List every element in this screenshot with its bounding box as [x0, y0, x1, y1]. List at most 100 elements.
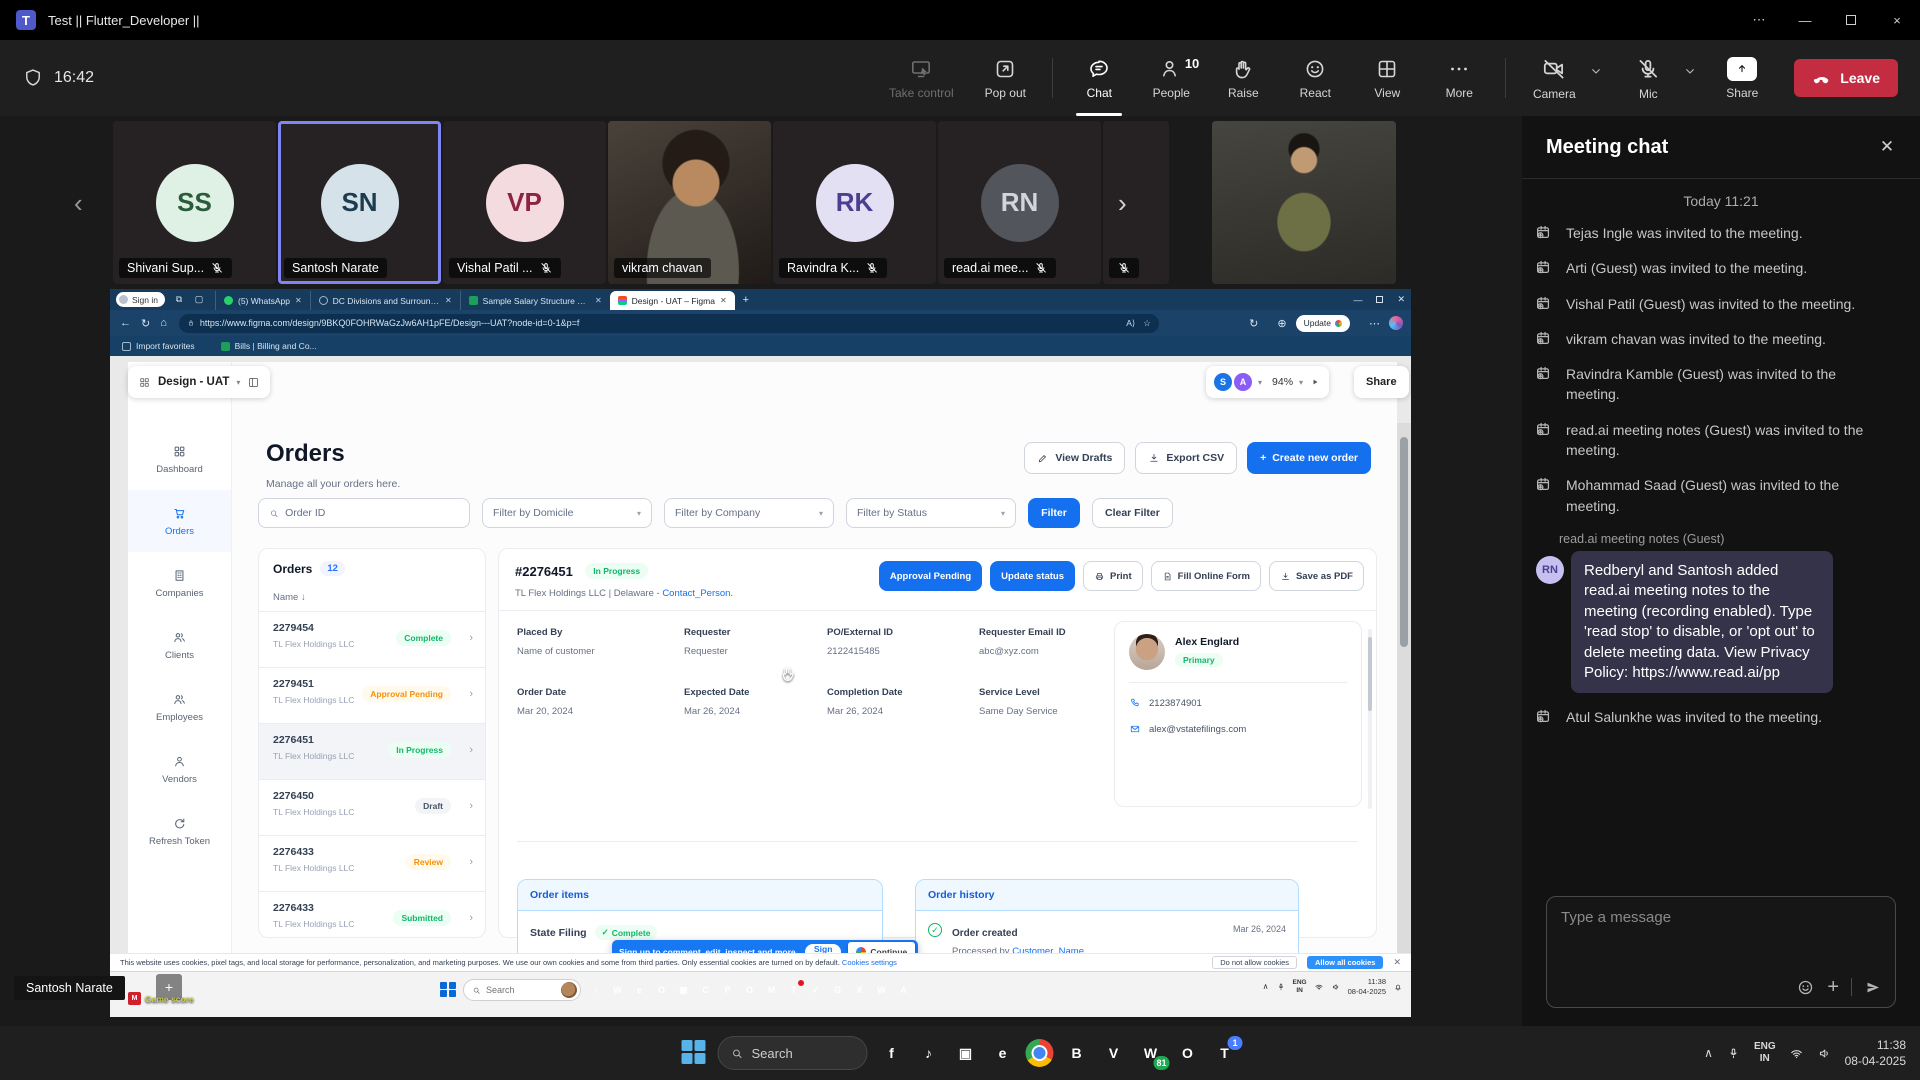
browser-tab[interactable]: (5) WhatsApp ✕ — [215, 291, 310, 310]
participant-tile[interactable]: RN read.ai mee... — [938, 121, 1101, 284]
customer-link[interactable]: Customer_Name — [1012, 946, 1084, 953]
order-row[interactable]: 2276433 TL Flex Holdings LLC Review › — [259, 836, 485, 892]
browser-tab[interactable]: Sample Salary Structure with calc ✕ — [460, 291, 610, 310]
clear-filter-button[interactable]: Clear Filter — [1092, 498, 1173, 528]
taskbar-app-icon[interactable]: X — [851, 982, 868, 999]
export-csv-button[interactable]: Export CSV — [1135, 442, 1237, 474]
wifi-icon[interactable] — [1789, 1046, 1804, 1061]
approval-pending-button[interactable]: Approval Pending — [879, 561, 982, 591]
toolbar-button[interactable]: React — [1279, 40, 1351, 116]
minimize-button[interactable]: — — [1782, 0, 1828, 40]
close-button[interactable]: × — [1874, 0, 1920, 40]
cookie-settings-link[interactable]: Cookies settings — [842, 958, 897, 967]
order-row[interactable]: 2279451 TL Flex Holdings LLC Approval Pe… — [259, 668, 485, 724]
taskbar-app-icon[interactable]: ♪ — [587, 982, 604, 999]
share-button[interactable]: Share — [1710, 57, 1774, 100]
new-tab-button[interactable]: + — [743, 294, 749, 306]
filter-button[interactable]: Filter — [1028, 498, 1080, 528]
figma-menu-icon[interactable] — [138, 376, 151, 389]
chat-close-icon[interactable]: ✕ — [1876, 136, 1898, 158]
camera-chevron-icon[interactable] — [1588, 63, 1604, 79]
taskbar-app-icon[interactable]: T 1 — [1211, 1039, 1239, 1067]
camera-button[interactable]: Camera — [1522, 56, 1586, 101]
home-icon[interactable]: ⌂ — [160, 317, 167, 329]
sidebar-item[interactable]: Vendors — [128, 738, 231, 800]
taskbar-app-icon[interactable]: W — [873, 982, 890, 999]
address-bar[interactable]: https://www.figma.com/design/9BKQ0FOHRWa… — [179, 314, 1159, 333]
sidebar-item[interactable]: Dashboard — [128, 428, 231, 490]
deny-cookies-button[interactable]: Do not allow cookies — [1212, 956, 1297, 969]
browser-signin-button[interactable]: Sign in — [116, 292, 165, 307]
browser-update-button[interactable]: Update — [1296, 315, 1350, 332]
participant-tile[interactable]: SN Santosh Narate — [278, 121, 441, 284]
taskbar-app-icon[interactable]: B — [1063, 1039, 1091, 1067]
taskbar-app-icon[interactable]: ▣ — [675, 982, 692, 999]
print-button[interactable]: Print — [1083, 561, 1143, 591]
attach-plus-icon[interactable]: + — [1827, 977, 1839, 997]
collaborator-avatar[interactable]: S — [1214, 373, 1232, 391]
sidebar-item[interactable]: Refresh Token — [128, 800, 231, 862]
figma-share-button[interactable]: Share — [1354, 366, 1409, 398]
taskbar-app-icon[interactable]: C — [697, 982, 714, 999]
notification-bell-icon[interactable] — [1393, 982, 1403, 992]
leave-button[interactable]: Leave — [1794, 59, 1898, 97]
sidebar-item[interactable]: Clients — [128, 614, 231, 676]
update-status-button[interactable]: Update status — [990, 561, 1075, 591]
fill-online-form-button[interactable]: Fill Online Form — [1151, 561, 1261, 591]
chat-compose-box[interactable]: + — [1546, 896, 1896, 1008]
taskbar-search-input[interactable] — [752, 1046, 842, 1061]
sidebar-item[interactable]: Companies — [128, 552, 231, 614]
clock[interactable]: 11:3808-04-2025 — [1348, 977, 1386, 997]
save-as-pdf-button[interactable]: Save as PDF — [1269, 561, 1364, 591]
toolbar-button[interactable]: Raise — [1207, 40, 1279, 116]
chevron-down-icon[interactable]: ▾ — [236, 378, 240, 387]
tab-close-icon[interactable]: ✕ — [720, 296, 727, 305]
language-indicator[interactable]: ENGIN — [1293, 979, 1307, 995]
taskbar-app-icon[interactable]: f — [878, 1039, 906, 1067]
clock[interactable]: 11:3808-04-2025 — [1845, 1037, 1906, 1069]
wifi-icon[interactable] — [1314, 982, 1324, 992]
participant-tile[interactable]: VP Vishal Patil ... — [443, 121, 606, 284]
close-icon[interactable]: ✕ — [1393, 957, 1401, 968]
allow-cookies-button[interactable]: Allow all cookies — [1307, 956, 1383, 969]
emoji-icon[interactable] — [1796, 978, 1815, 997]
taskbar-app-icon[interactable]: ✓ — [807, 982, 824, 999]
taskbar-app-icon[interactable]: A — [895, 982, 912, 999]
tab-close-icon[interactable]: ✕ — [595, 296, 602, 305]
volume-icon[interactable] — [1817, 1046, 1832, 1061]
toolbar-button[interactable]: Pop out — [969, 40, 1041, 116]
taskbar-app-icon[interactable]: e — [631, 982, 648, 999]
window-more-button[interactable]: ⋯ — [1736, 0, 1782, 40]
contact-phone[interactable]: 2123874901 — [1129, 697, 1347, 709]
mic-chevron-icon[interactable] — [1682, 63, 1698, 79]
browser-restore[interactable] — [1376, 296, 1383, 303]
read-aloud-icon[interactable]: A⟩ — [1126, 318, 1135, 329]
chevron-down-icon[interactable]: ▾ — [1258, 378, 1262, 387]
sidebar-item[interactable]: Orders — [128, 490, 231, 552]
tray-mic-icon[interactable] — [1276, 982, 1286, 992]
tray-expand-icon[interactable]: ∧ — [1704, 1046, 1713, 1060]
collaborator-avatar[interactable]: A — [1234, 373, 1252, 391]
order-row[interactable]: 2276433 TL Flex Holdings LLC Submitted › — [259, 892, 485, 938]
present-icon[interactable] — [1309, 376, 1321, 388]
filter-domicile-dropdown[interactable]: Filter by Domicile▾ — [482, 498, 652, 528]
bookmark-bills[interactable]: Bills | Billing and Co... — [221, 341, 317, 351]
participant-tile[interactable]: RK Ravindra K... — [773, 121, 936, 284]
order-id-input[interactable] — [285, 507, 459, 519]
tab-close-icon[interactable]: ✕ — [295, 296, 302, 305]
taskbar-app-icon[interactable]: W — [609, 982, 626, 999]
sidebar-item[interactable]: Employees — [128, 676, 231, 738]
filter-company-dropdown[interactable]: Filter by Company▾ — [664, 498, 834, 528]
browser-tab[interactable]: DC Divisions and Surroundings ✕ — [310, 291, 460, 310]
taskbar-app-icon[interactable]: ▣ — [952, 1039, 980, 1067]
taskbar-search-box[interactable] — [718, 1036, 868, 1070]
workspaces-icon[interactable]: ⧉ — [173, 294, 185, 306]
mic-button[interactable]: Mic — [1616, 56, 1680, 101]
create-order-button[interactable]: +Create new order — [1247, 442, 1371, 474]
restore-button[interactable] — [1828, 0, 1874, 40]
taskbar-app-icon[interactable]: O — [653, 982, 670, 999]
filter-status-dropdown[interactable]: Filter by Status▾ — [846, 498, 1016, 528]
order-row[interactable]: 2279454 TL Flex Holdings LLC Complete › — [259, 612, 485, 668]
browser-minimize[interactable]: — — [1353, 295, 1362, 305]
taskbar-app-icon[interactable]: M — [763, 982, 780, 999]
